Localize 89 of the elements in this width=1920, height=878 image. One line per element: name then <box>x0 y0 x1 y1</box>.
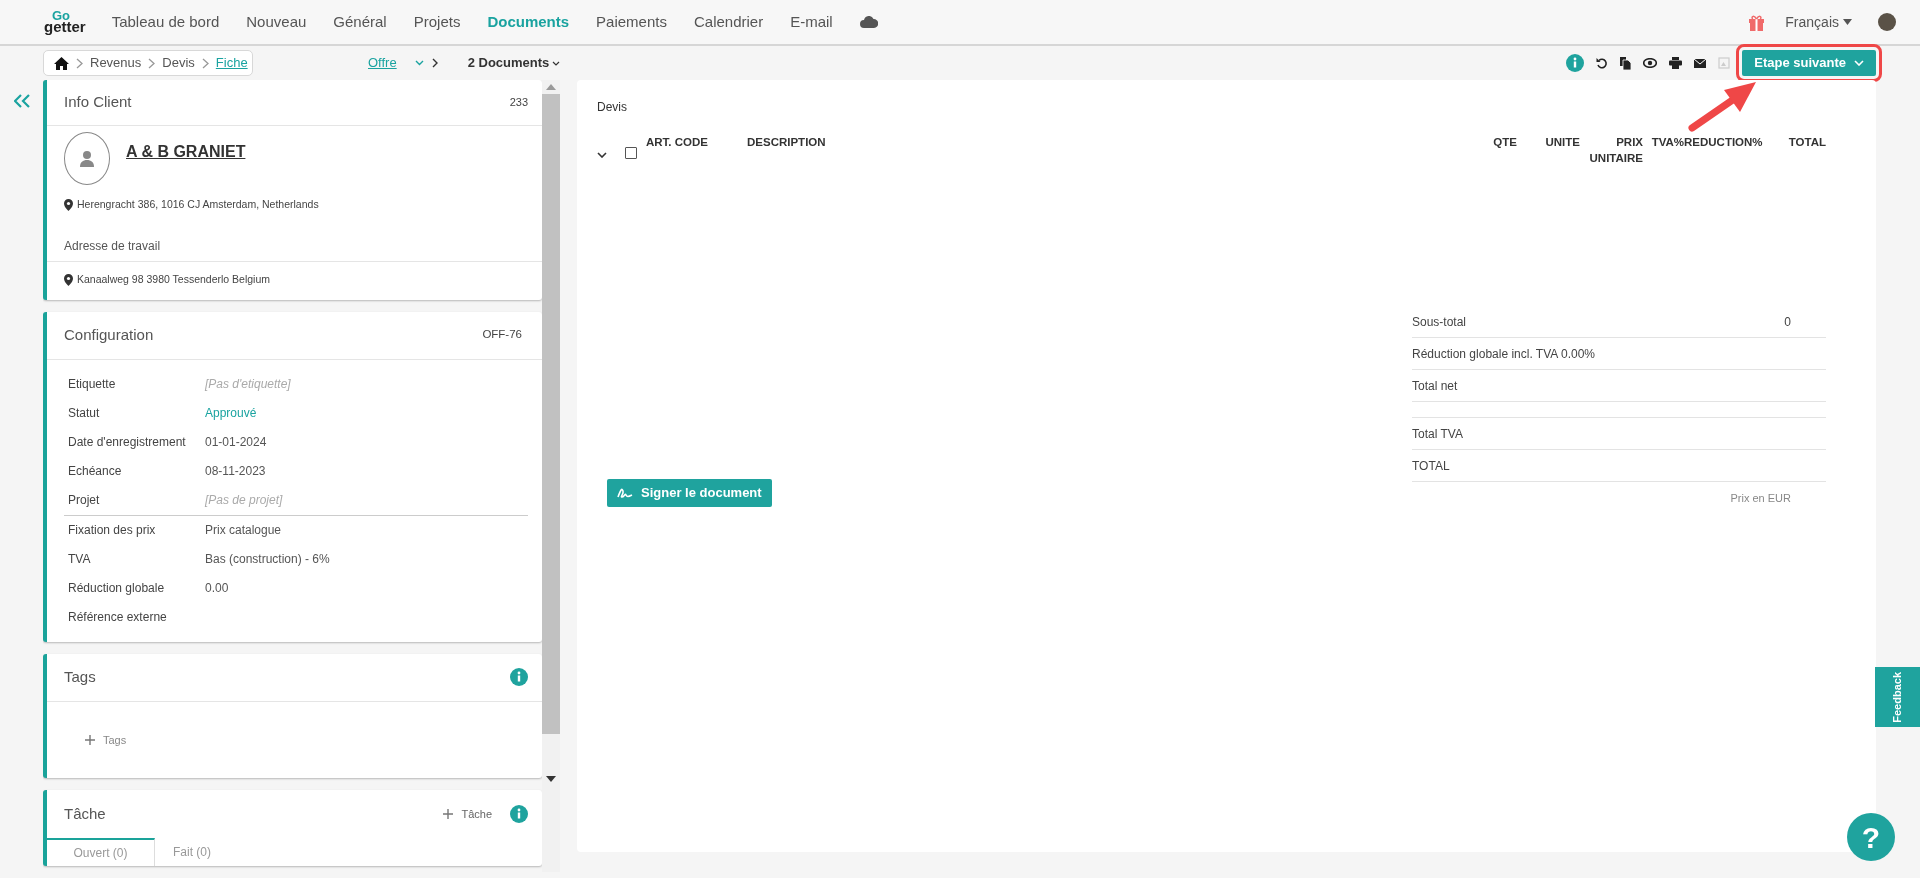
nav-link[interactable]: Nouveau <box>246 10 307 34</box>
document-code: OFF-76 <box>482 327 522 343</box>
field-value: Prix catalogue <box>205 522 282 539</box>
map-pin-icon <box>64 273 73 286</box>
breadcrumb-link[interactable]: Devis <box>162 53 195 73</box>
field-label: Date d'enregistrement <box>68 434 187 451</box>
total-label: Sous-total <box>1412 313 1467 331</box>
chevron-down-icon[interactable] <box>597 152 607 158</box>
nav-link[interactable]: Calendrier <box>693 10 764 34</box>
nav-link[interactable]: Tableau de bord <box>111 10 220 34</box>
printer-icon[interactable] <box>1669 57 1683 69</box>
scroll-up-icon <box>546 84 556 90</box>
field-value: 01-01-2024 <box>205 434 267 451</box>
mail-icon[interactable] <box>1694 58 1707 68</box>
client-name-link[interactable]: A & B GRANIET <box>126 140 246 164</box>
scrollbar[interactable] <box>542 80 560 872</box>
column-header: TVA% <box>1650 135 1684 150</box>
field-label: Projet <box>68 492 101 509</box>
field-value: [Pas de projet] <box>205 492 283 509</box>
field-label: Etiquette <box>68 376 117 393</box>
cloud-icon[interactable] <box>859 16 878 28</box>
logo-text: Go <box>52 10 71 22</box>
info-icon <box>510 805 528 823</box>
client-number: 233 <box>509 95 528 111</box>
field-label: Echéance <box>68 463 123 480</box>
column-header: REDUCTION% <box>1684 135 1760 150</box>
caret-down-icon <box>1843 19 1852 25</box>
home-icon[interactable] <box>54 56 69 70</box>
field-label: Fixation des prix <box>68 522 157 539</box>
avatar[interactable] <box>1878 13 1896 31</box>
chevron-down-icon <box>1854 60 1864 66</box>
card-title: Configuration <box>64 324 154 345</box>
total-label: Total net <box>1412 377 1458 395</box>
nav-link[interactable]: Général <box>333 10 387 34</box>
add-task-button[interactable]: Tâche <box>443 805 492 823</box>
column-header: DESCRIPTION <box>747 135 827 150</box>
info-icon[interactable] <box>1566 54 1585 72</box>
field-label: TVA <box>68 551 92 568</box>
document-title: Devis <box>597 99 627 116</box>
field-label: Statut <box>68 405 101 422</box>
column-header: ART. CODE <box>646 135 709 150</box>
documents-dropdown[interactable]: 2 Documents <box>467 53 561 73</box>
undo-icon[interactable] <box>1596 57 1609 69</box>
address-text: Herengracht 386, 1016 CJ Amsterdam, Netherlands <box>77 197 319 212</box>
chevron-right-icon <box>76 57 83 69</box>
field-value: [Pas d'etiquette] <box>205 376 291 393</box>
plus-icon <box>443 809 454 819</box>
select-all-checkbox[interactable] <box>625 147 637 159</box>
address-text: Kanaalweg 98 3980 Tessenderlo Belgium <box>77 271 271 287</box>
breadcrumb-link[interactable]: Revenus <box>90 53 142 73</box>
column-header: UNITE <box>1544 135 1580 150</box>
field-value: Bas (construction) - 6% <box>205 551 330 568</box>
column-header: PRIX UNITAIRE <box>1588 135 1643 167</box>
card-title: Tâche <box>64 803 106 824</box>
logo-text: getter <box>44 21 86 34</box>
field-value: Approuvé <box>205 405 257 422</box>
chevron-right-icon[interactable] <box>431 58 438 68</box>
total-label: TOTAL <box>1412 457 1450 475</box>
add-tag-button[interactable]: Tags <box>85 731 127 748</box>
map-pin-icon <box>64 198 73 211</box>
copy-icon[interactable] <box>1620 56 1632 70</box>
collapse-icon[interactable] <box>13 94 30 108</box>
column-header: TOTAL <box>1787 135 1826 150</box>
info-icon <box>510 668 528 686</box>
nav-link[interactable]: E-mail <box>790 10 833 34</box>
field-label: Réduction globale <box>68 580 166 597</box>
signature-icon <box>617 486 633 499</box>
total-label: Total TVA <box>1412 425 1463 443</box>
person-icon <box>80 150 94 167</box>
scroll-down-icon <box>546 776 556 782</box>
nav-link[interactable]: Paiements <box>596 10 667 34</box>
nav-link[interactable]: Projets <box>413 10 461 34</box>
chevron-right-icon <box>148 57 156 69</box>
card-title: Info Client <box>64 92 132 113</box>
chevron-right-icon <box>201 57 209 69</box>
field-value: 0.00 <box>205 580 229 597</box>
eye-icon[interactable] <box>1643 58 1658 68</box>
column-header: QTE <box>1492 135 1518 150</box>
chevron-down-icon <box>552 60 561 66</box>
section-label: Adresse de travail <box>64 237 162 255</box>
field-label: Référence externe <box>68 609 168 626</box>
currency-note: Prix en EUR <box>1730 491 1791 507</box>
total-value: 0 <box>1784 313 1791 331</box>
total-label: Réduction globale incl. TVA 0.00% <box>1412 345 1595 363</box>
card-title: Tags <box>64 666 96 687</box>
language-dropdown[interactable]: Français <box>1785 11 1852 33</box>
plus-icon <box>85 734 95 745</box>
gift-icon[interactable] <box>1748 13 1766 31</box>
field-value: 08-11-2023 <box>205 463 266 480</box>
